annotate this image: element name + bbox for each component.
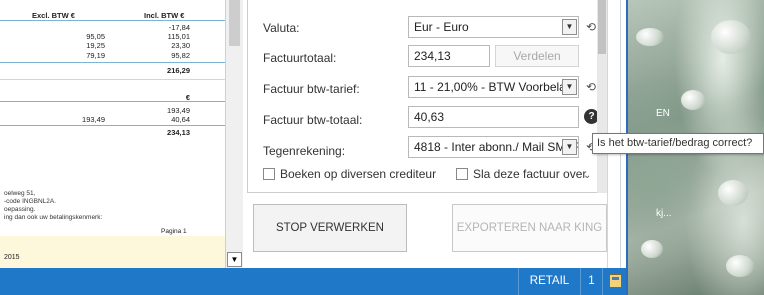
book-various-checkbox[interactable] — [263, 168, 275, 180]
chevron-down-icon[interactable]: ▼ — [562, 139, 577, 155]
doc-incl-value: 40,64 — [171, 115, 190, 124]
stop-processing-button[interactable]: STOP VERWERKEN — [253, 204, 407, 252]
doc-excl-value: 193,49 — [82, 115, 105, 124]
vat-rate-label: Factuur btw-tarief: — [263, 82, 360, 96]
document-scrollbar[interactable]: ▼ — [225, 0, 243, 268]
doc-year: 2015 — [4, 254, 20, 261]
doc-total: 234,13 — [167, 128, 190, 137]
chevron-down-icon[interactable]: ▼ — [562, 79, 577, 95]
scroll-down-arrow-icon[interactable]: ▼ — [227, 252, 242, 267]
doc-page-label: Pagina 1 — [161, 228, 187, 235]
invoice-total-input[interactable]: 234,13 — [408, 45, 490, 67]
doc-excl-value: 19,25 — [86, 41, 105, 50]
doc-incl-value: 95,82 — [171, 51, 190, 60]
doc-footer-line: -code INGBNL2A. — [4, 198, 57, 205]
contra-account-select[interactable]: 4818 - Inter abonn./ Mail SMTF ▼ — [408, 136, 579, 158]
contra-account-label: Tegenrekening: — [263, 144, 346, 158]
divider — [0, 62, 225, 63]
book-various-label: Boeken op diversen crediteur — [280, 167, 437, 181]
vat-rate-value: 11 - 21,00% - BTW Voorbelasti — [414, 80, 578, 94]
skip-invoice-label: Sla deze factuur over — [473, 167, 587, 181]
doc-excl-value: 95,05 — [86, 32, 105, 41]
doc-incl-value: -17,84 — [168, 23, 190, 32]
doc-incl-value: 193,49 — [167, 106, 190, 115]
doc-col-excl-header: Excl. BTW € — [32, 11, 75, 20]
doc-footer-line: oepassing. — [4, 206, 36, 213]
doc-incl-value: 23,30 — [171, 41, 190, 50]
vat-rate-select[interactable]: 11 - 21,00% - BTW Voorbelasti ▼ — [408, 76, 579, 98]
invoice-total-label: Factuurtotaal: — [263, 51, 337, 65]
scrollbar-thumb[interactable] — [229, 0, 240, 46]
vat-total-input[interactable]: 40,63 — [408, 106, 579, 128]
doc-excl-value: 79,19 — [86, 51, 105, 60]
currency-select[interactable]: Eur - Euro ▼ — [408, 16, 579, 38]
contra-account-value: 4818 - Inter abonn./ Mail SMTF — [414, 140, 579, 154]
status-count[interactable]: 1 — [580, 268, 602, 295]
form-scrollbar[interactable] — [597, 0, 607, 193]
expand-chevron-icon[interactable]: ⌄ — [583, 170, 591, 181]
doc-incl-value: 115,01 — [167, 32, 190, 41]
divider — [0, 125, 225, 126]
currency-value: Eur - Euro — [414, 20, 469, 34]
export-to-king-button[interactable]: EXPORTEREN NAAR KING — [452, 204, 607, 252]
divider — [0, 79, 225, 80]
water-drop — [711, 20, 751, 54]
divider — [0, 101, 225, 102]
status-retail[interactable]: RETAIL — [518, 268, 580, 295]
doc-footer-line: oelweg 51, — [4, 190, 36, 197]
water-drop — [641, 240, 663, 258]
status-bar: RETAIL 1 — [0, 268, 626, 295]
doc-highlight-block — [0, 236, 225, 268]
background-text: EN — [656, 108, 670, 119]
currency-label: Valuta: — [263, 21, 300, 35]
doc-col-incl-header: Incl. BTW € — [144, 11, 185, 20]
form-scrollbar-thumb[interactable] — [598, 0, 606, 54]
doc-footer-line: ing dan ook uw betalingskenmerk: — [4, 214, 103, 221]
chevron-down-icon[interactable]: ▼ — [562, 19, 577, 35]
divider — [0, 20, 225, 21]
vat-check-tooltip: Is het btw-tarief/bedrag correct? — [592, 133, 764, 154]
calculator-icon[interactable] — [602, 268, 626, 295]
water-drop — [636, 28, 664, 46]
water-drop — [718, 180, 748, 206]
document-preview: Excl. BTW € Incl. BTW € -17,84 95,05 115… — [0, 0, 225, 268]
background-text: kj... — [656, 208, 672, 219]
doc-total: 216,29 — [167, 66, 190, 75]
water-drop — [726, 255, 754, 277]
water-drop — [681, 90, 705, 110]
skip-invoice-checkbox[interactable] — [456, 168, 468, 180]
distribute-button[interactable]: Verdelen — [495, 45, 579, 67]
vat-total-label: Factuur btw-totaal: — [263, 113, 363, 127]
